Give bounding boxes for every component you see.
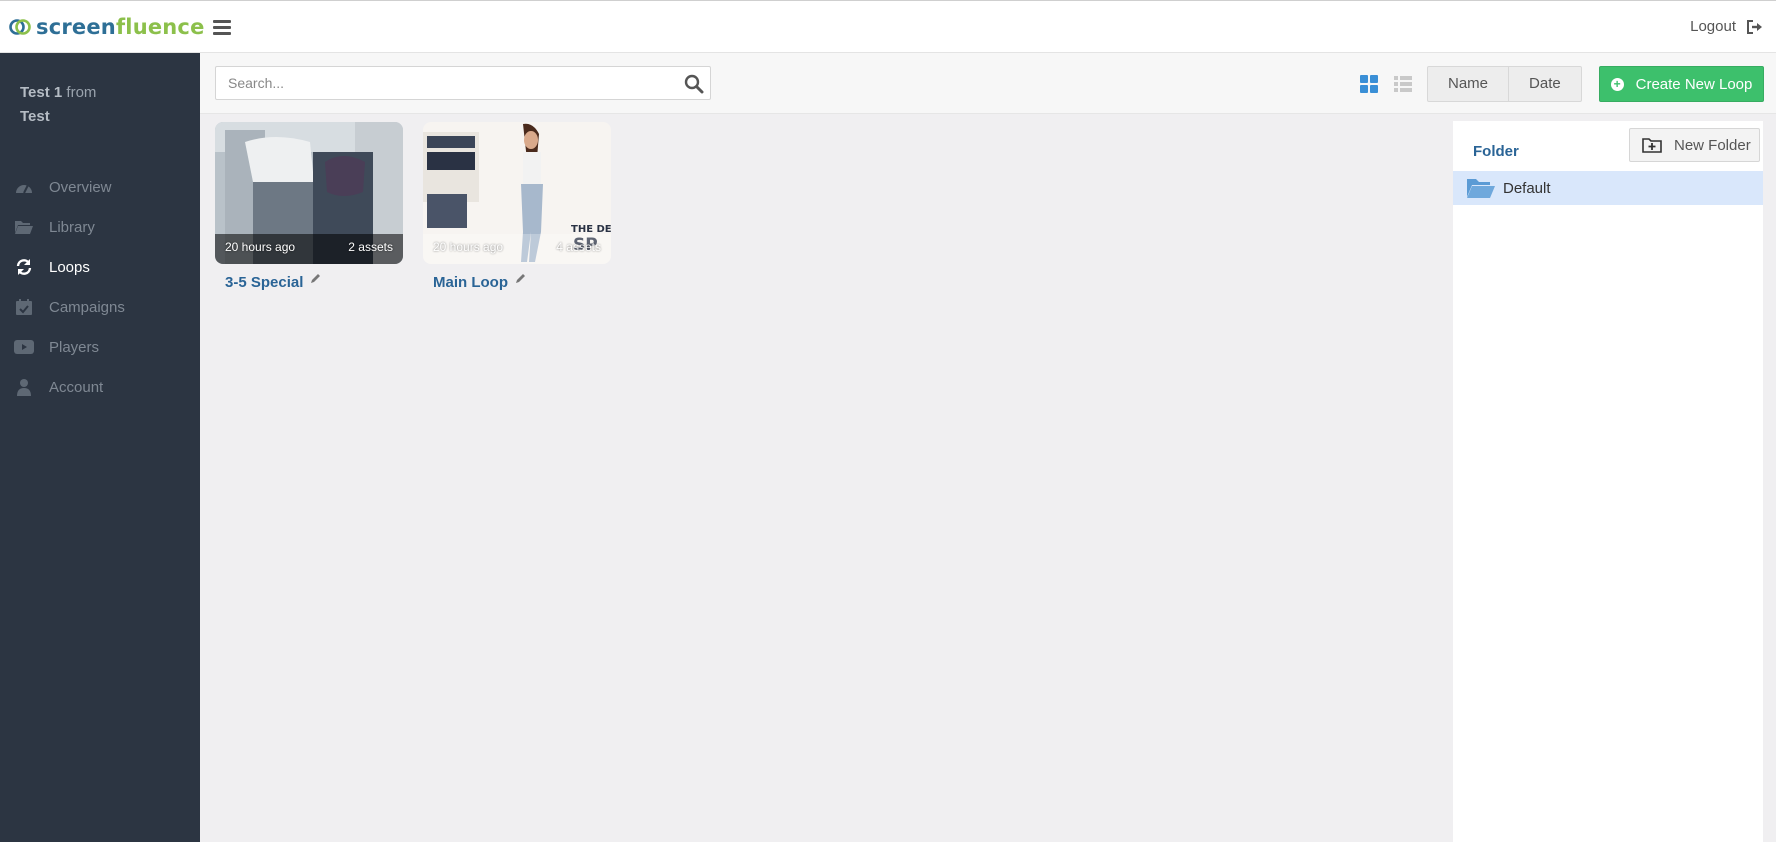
sidebar-item-label: Campaigns bbox=[49, 298, 125, 316]
folder-open-icon bbox=[1467, 179, 1495, 198]
folder-header: Folder bbox=[1473, 143, 1519, 160]
folder-open-icon bbox=[14, 218, 34, 236]
sidebar-item-library[interactable]: Library bbox=[0, 207, 200, 247]
loop-asset-count: 2 assets bbox=[348, 240, 393, 254]
brand-name: screenfluence bbox=[36, 15, 205, 39]
loop-updated-time: 20 hours ago bbox=[433, 240, 504, 254]
loop-thumbnail[interactable]: 20 hours ago 2 assets bbox=[215, 122, 403, 264]
logout-link[interactable]: Logout bbox=[1690, 18, 1736, 35]
user-name: Test 1 bbox=[20, 84, 63, 101]
loop-thumbnail[interactable]: THE DE SP 20 hours ago 4 assets bbox=[423, 122, 611, 264]
user-org: Test bbox=[20, 108, 50, 125]
loop-card: 20 hours ago 2 assets 3-5 Special bbox=[215, 122, 403, 291]
brand-logo[interactable]: screenfluence bbox=[8, 13, 205, 41]
dashboard-icon bbox=[14, 178, 34, 196]
loop-title-link[interactable]: Main Loop bbox=[433, 274, 508, 291]
new-folder-button[interactable]: New Folder bbox=[1629, 128, 1760, 162]
sidebar-item-players[interactable]: Players bbox=[0, 327, 200, 367]
loop-asset-count: 4 assets bbox=[556, 240, 601, 254]
sidebar-item-label: Account bbox=[49, 378, 104, 396]
folder-panel: Folder New Folder Default bbox=[1453, 121, 1763, 842]
sidebar-item-account[interactable]: Account bbox=[0, 367, 200, 407]
loop-title-row: 3-5 Special bbox=[215, 273, 403, 291]
loops-toolbar: Name Date + Create New Loop bbox=[200, 53, 1776, 114]
list-view-icon[interactable] bbox=[1394, 75, 1412, 93]
folder-item-label: Default bbox=[1503, 179, 1551, 197]
sidebar-item-loops[interactable]: Loops bbox=[0, 247, 200, 287]
play-icon bbox=[14, 338, 34, 356]
plus-circle-icon: + bbox=[1610, 77, 1624, 91]
grid-view-icon[interactable] bbox=[1360, 75, 1378, 93]
calendar-check-icon bbox=[14, 298, 34, 316]
create-new-loop-label: Create New Loop bbox=[1635, 75, 1753, 93]
svg-text:THE DE: THE DE bbox=[571, 224, 611, 235]
sidebar-item-label: Loops bbox=[49, 258, 90, 276]
loop-title-link[interactable]: 3-5 Special bbox=[225, 274, 303, 291]
create-new-loop-button[interactable]: + Create New Loop bbox=[1599, 66, 1764, 102]
logo-mark-icon bbox=[9, 19, 31, 35]
folder-plus-icon bbox=[1642, 138, 1662, 153]
edit-pencil-icon[interactable] bbox=[309, 273, 321, 285]
refresh-icon bbox=[14, 258, 34, 276]
sort-button-group: Name Date bbox=[1427, 66, 1582, 102]
sidebar-item-label: Overview bbox=[49, 178, 112, 196]
folder-item-default[interactable]: Default bbox=[1453, 171, 1763, 205]
loop-card: THE DE SP 20 hours ago 4 assets Main Loo… bbox=[423, 122, 611, 291]
menu-toggle-icon[interactable] bbox=[213, 20, 231, 36]
search-input[interactable] bbox=[216, 67, 656, 99]
search-icon[interactable] bbox=[684, 74, 704, 94]
sidebar-item-campaigns[interactable]: Campaigns bbox=[0, 287, 200, 327]
user-info: Test 1 from Test bbox=[20, 81, 96, 129]
user-from-text: from bbox=[66, 84, 97, 101]
sidebar-nav: Overview Library Loops Campaigns Players bbox=[0, 167, 200, 407]
edit-pencil-icon[interactable] bbox=[514, 273, 526, 285]
sign-out-icon[interactable] bbox=[1746, 19, 1764, 35]
sort-by-date-button[interactable]: Date bbox=[1508, 67, 1581, 101]
search-box bbox=[215, 66, 711, 100]
new-folder-label: New Folder bbox=[1674, 136, 1751, 154]
sidebar-item-overview[interactable]: Overview bbox=[0, 167, 200, 207]
sidebar-item-label: Players bbox=[49, 338, 100, 356]
loop-title-row: Main Loop bbox=[423, 273, 611, 291]
user-icon bbox=[14, 378, 34, 396]
sidebar-item-label: Library bbox=[49, 218, 95, 236]
sort-by-name-button[interactable]: Name bbox=[1428, 67, 1508, 101]
top-bar: screenfluence Logout bbox=[0, 0, 1776, 53]
loop-updated-time: 20 hours ago bbox=[225, 240, 296, 254]
sidebar: Test 1 from Test Overview Library Loops bbox=[0, 53, 200, 842]
